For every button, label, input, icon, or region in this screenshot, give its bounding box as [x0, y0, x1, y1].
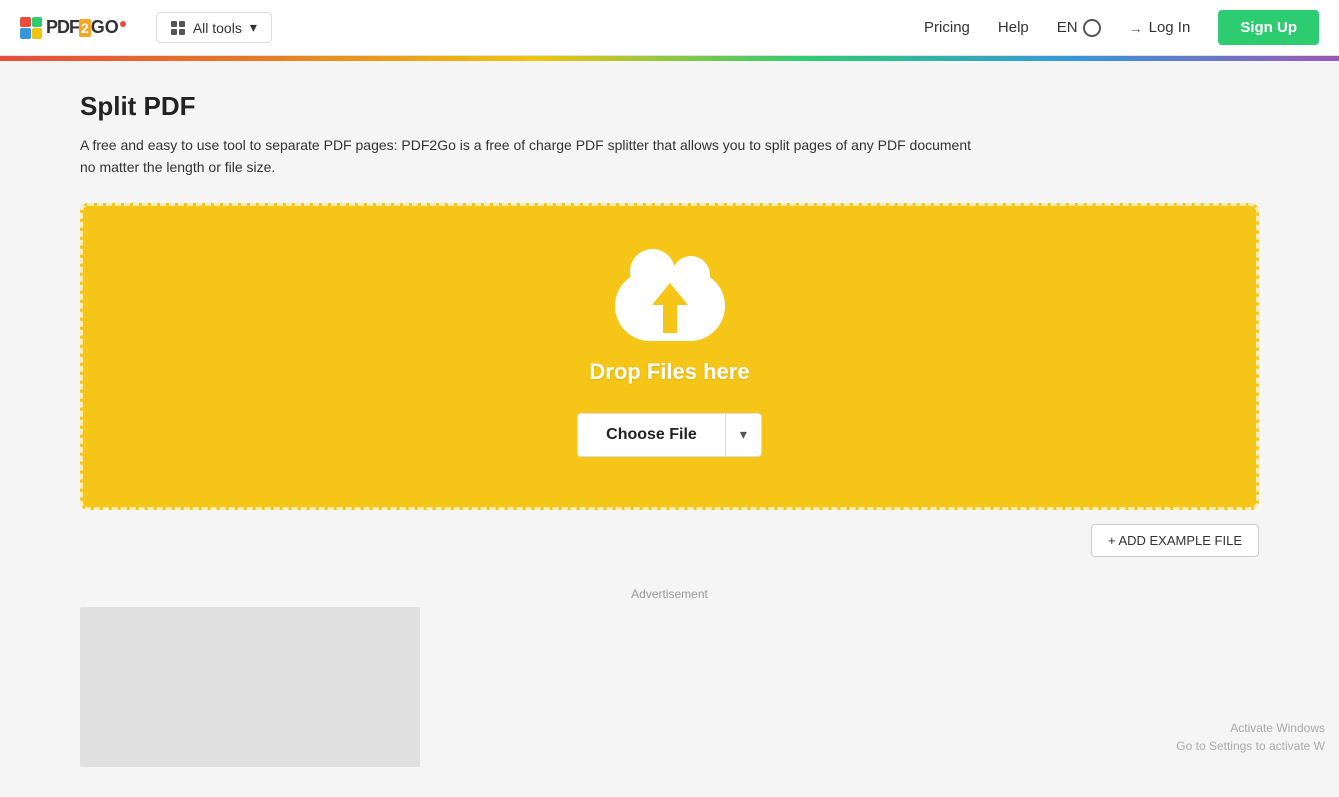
page-title: Split PDF	[80, 91, 1259, 122]
grid-icon	[171, 21, 185, 35]
header-nav: Pricing Help EN → Log In Sign Up	[924, 10, 1319, 45]
drop-files-text: Drop Files here	[589, 359, 749, 385]
help-link[interactable]: Help	[998, 19, 1029, 36]
login-button[interactable]: → Log In	[1129, 19, 1191, 36]
add-example-file-button[interactable]: + ADD EXAMPLE FILE	[1091, 524, 1259, 557]
choose-file-dropdown-icon[interactable]: ▾	[726, 414, 761, 455]
logo-text-pdf: PDF	[46, 17, 79, 38]
lang-label: EN	[1057, 19, 1078, 36]
globe-icon	[1083, 19, 1101, 37]
chevron-down-icon: ▾	[250, 19, 257, 36]
all-tools-label: All tools	[193, 20, 242, 36]
choose-file-button[interactable]: Choose File ▾	[577, 413, 762, 457]
ad-placeholder	[80, 607, 420, 767]
language-button[interactable]: EN	[1057, 19, 1101, 37]
windows-watermark: Activate Windows Go to Settings to activ…	[1176, 719, 1325, 755]
page-description: A free and easy to use tool to separate …	[80, 134, 980, 179]
ad-section: Advertisement	[80, 587, 1259, 767]
logo-2go: 2 GO	[79, 17, 126, 38]
main-content: Split PDF A free and easy to use tool to…	[0, 61, 1339, 797]
watermark-line1: Activate Windows	[1176, 719, 1325, 737]
watermark-line2: Go to Settings to activate W	[1176, 737, 1325, 755]
logo-squares	[20, 17, 42, 39]
site-header: PDF 2 GO All tools ▾ Pricing Help EN → L…	[0, 0, 1339, 56]
choose-file-label: Choose File	[578, 414, 726, 456]
cloud-upload-icon	[615, 256, 725, 341]
all-tools-button[interactable]: All tools ▾	[156, 12, 272, 43]
logo[interactable]: PDF 2 GO	[20, 17, 126, 39]
example-file-area: + ADD EXAMPLE FILE	[80, 524, 1259, 557]
login-arrow-icon: →	[1129, 20, 1143, 36]
login-label: Log In	[1149, 19, 1191, 36]
upload-dropzone[interactable]: Drop Files here Choose File ▾	[80, 203, 1259, 510]
signup-button[interactable]: Sign Up	[1218, 10, 1319, 45]
ad-label: Advertisement	[80, 587, 1259, 601]
pricing-link[interactable]: Pricing	[924, 19, 970, 36]
